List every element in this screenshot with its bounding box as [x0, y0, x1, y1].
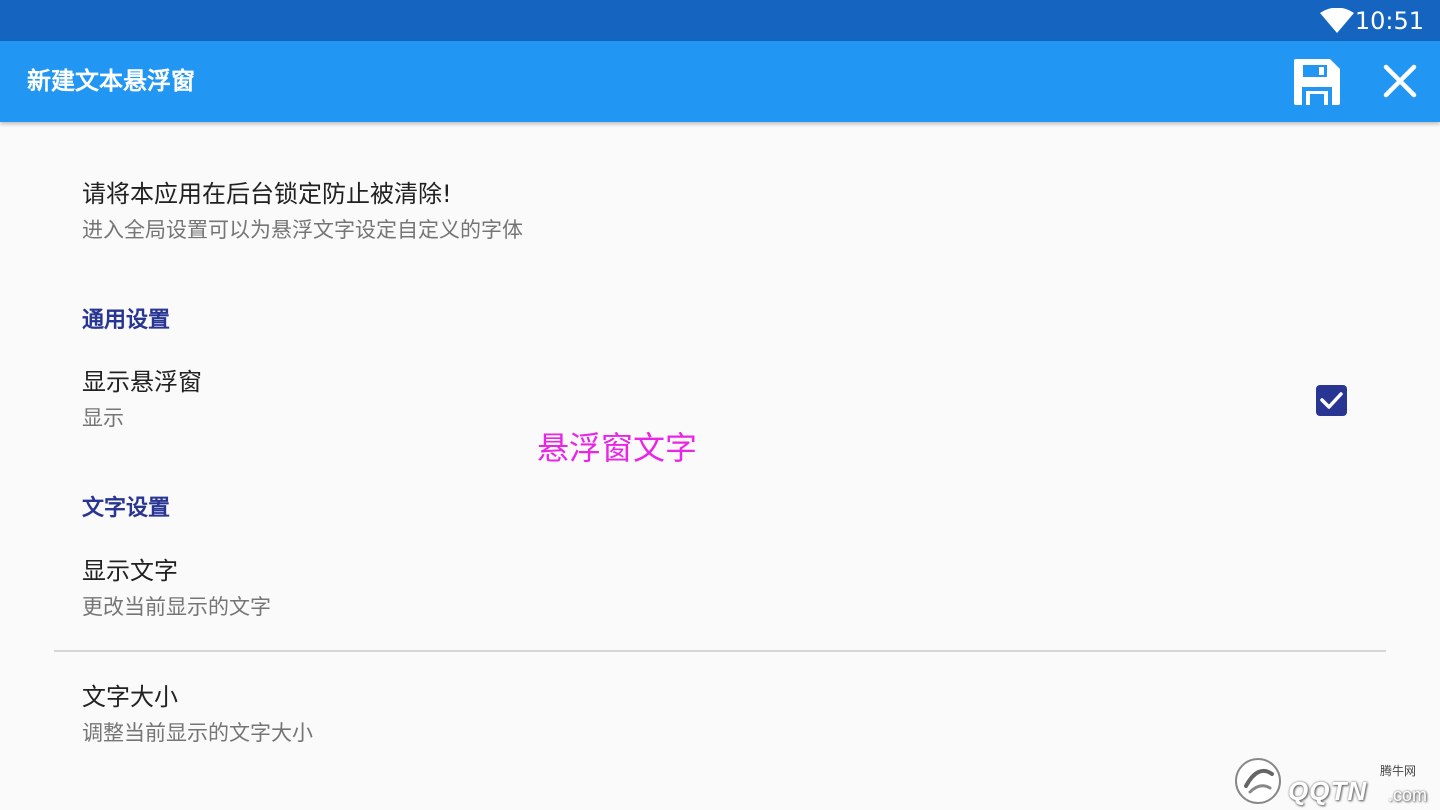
save-icon	[1294, 59, 1340, 105]
show-floating-window-item[interactable]: 显示悬浮窗 显示	[0, 358, 1440, 448]
app-bar-title: 新建文本悬浮窗	[27, 67, 195, 95]
watermark-site-name: 腾牛网	[1380, 764, 1417, 778]
watermark-domain: .com	[1388, 785, 1428, 805]
show-text-item[interactable]: 显示文字 更改当前显示的文字	[0, 546, 1440, 636]
close-button[interactable]	[1378, 59, 1422, 103]
wifi-icon	[1320, 8, 1354, 33]
notice-item[interactable]: 请将本应用在后台锁定防止被清除! 进入全局设置可以为悬浮文字设定自定义的字体	[0, 170, 1440, 260]
app-bar: 新建文本悬浮窗	[0, 41, 1440, 122]
save-button[interactable]	[1290, 55, 1344, 109]
show-text-title: 显示文字	[82, 557, 178, 585]
status-bar: 10:51	[0, 0, 1440, 41]
watermark: 腾牛网 QQTN .com	[1230, 754, 1430, 808]
watermark-brand: QQTN	[1288, 776, 1368, 806]
floating-window-text[interactable]: 悬浮窗文字	[537, 428, 697, 468]
show-floating-window-summary: 显示	[82, 406, 124, 430]
divider	[54, 650, 1386, 652]
screen: 10:51 新建文本悬浮窗 请将本应用在后台锁定防止被清除! 进入全局设置可以为…	[0, 0, 1440, 810]
watermark-logo-icon	[1235, 758, 1281, 804]
text-size-summary: 调整当前显示的文字大小	[82, 721, 313, 745]
close-icon	[1383, 64, 1417, 98]
status-time: 10:51	[1354, 7, 1424, 35]
preference-list: 请将本应用在后台锁定防止被清除! 进入全局设置可以为悬浮文字设定自定义的字体 通…	[0, 122, 1440, 810]
checkmark-icon	[1320, 392, 1343, 409]
text-size-title: 文字大小	[82, 683, 178, 711]
category-general: 通用设置	[82, 308, 171, 333]
category-text: 文字设置	[82, 496, 171, 521]
notice-title: 请将本应用在后台锁定防止被清除!	[82, 180, 452, 208]
show-floating-window-checkbox[interactable]	[1316, 385, 1347, 416]
show-floating-window-title: 显示悬浮窗	[82, 368, 202, 396]
text-size-item[interactable]: 文字大小 调整当前显示的文字大小	[0, 672, 1440, 762]
show-text-summary: 更改当前显示的文字	[82, 595, 271, 619]
notice-summary: 进入全局设置可以为悬浮文字设定自定义的字体	[82, 218, 523, 242]
